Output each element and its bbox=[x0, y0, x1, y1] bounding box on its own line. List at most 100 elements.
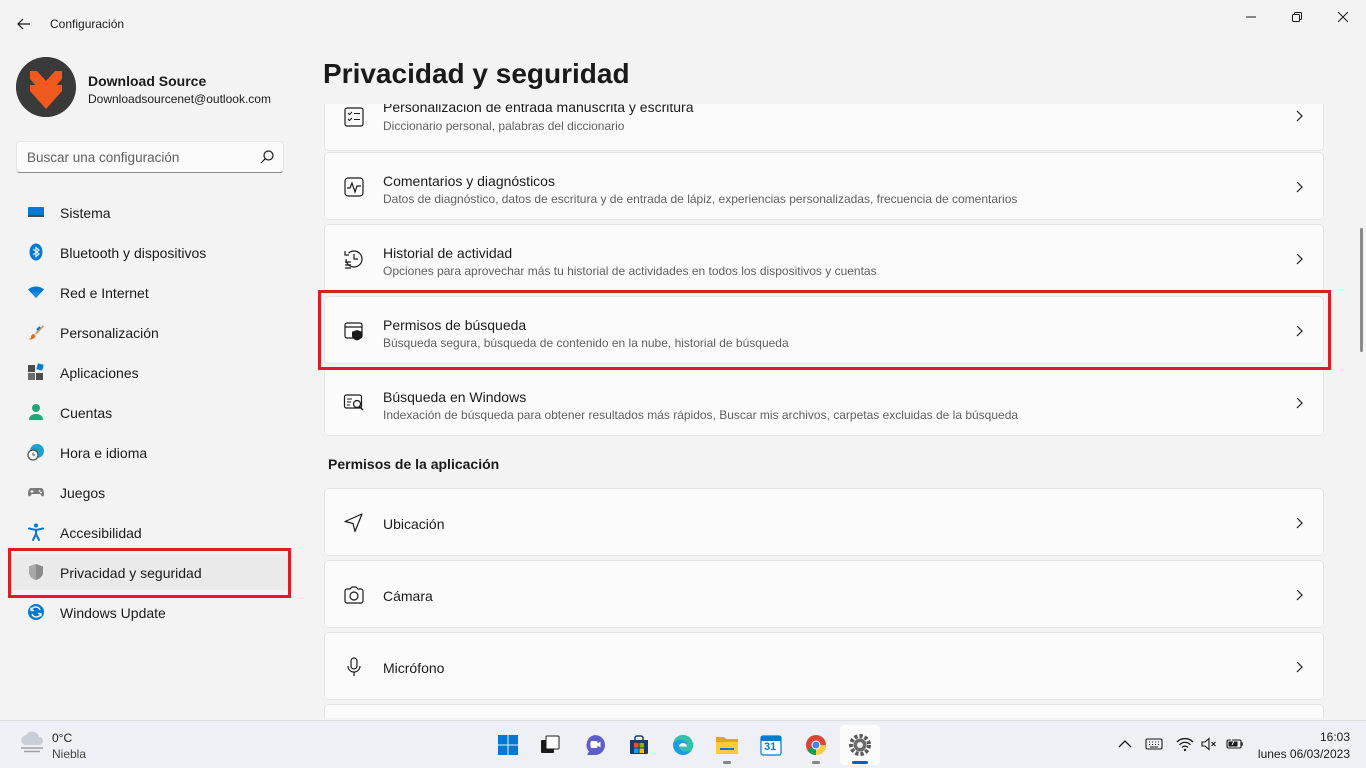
accessibility-icon bbox=[28, 523, 44, 541]
person-icon bbox=[29, 404, 43, 420]
settings-content: Personalización de entrada manuscrita y … bbox=[324, 104, 1324, 718]
taskview-icon bbox=[541, 735, 560, 753]
sidebar-item-personalizacion[interactable]: Personalización bbox=[8, 314, 290, 350]
sidebar-item-label: Accesibilidad bbox=[60, 525, 142, 541]
download-source-logo-icon bbox=[16, 57, 76, 117]
sidebar-item-aplicaciones[interactable]: Aplicaciones bbox=[8, 354, 290, 390]
card-title: Personalización de entrada manuscrita y … bbox=[383, 104, 694, 115]
taskbar-explorer[interactable] bbox=[707, 725, 747, 765]
card-subtitle: Indexación de búsqueda para obtener resu… bbox=[383, 408, 1019, 422]
search-input[interactable] bbox=[17, 142, 253, 172]
card-microphone[interactable]: Micrófono bbox=[324, 632, 1324, 700]
sidebar-item-cuentas[interactable]: Cuentas bbox=[8, 394, 290, 430]
running-indicator bbox=[812, 761, 820, 764]
taskbar-start[interactable] bbox=[488, 725, 528, 765]
card-windows-search[interactable]: Búsqueda en Windows Indexación de búsque… bbox=[324, 368, 1324, 436]
card-activity-history[interactable]: Historial de actividad Opciones para apr… bbox=[324, 224, 1324, 292]
sidebar-item-label: Cuentas bbox=[60, 405, 113, 421]
brush-icon bbox=[28, 325, 44, 340]
close-icon bbox=[1338, 12, 1348, 22]
card-title: Micrófono bbox=[383, 660, 445, 676]
wifi-status-icon[interactable] bbox=[1176, 735, 1194, 753]
sidebar-item-label: Aplicaciones bbox=[60, 365, 139, 381]
chat-icon bbox=[586, 735, 605, 755]
card-title: Búsqueda en Windows bbox=[383, 389, 527, 405]
sidebar-item-label: Red e Internet bbox=[60, 285, 149, 301]
sidebar-item-accesibilidad[interactable]: Accesibilidad bbox=[8, 514, 290, 550]
title-bar: Configuración bbox=[0, 0, 1366, 48]
wifi-icon bbox=[28, 286, 44, 298]
gamepad-icon bbox=[28, 488, 44, 497]
card-search-permissions[interactable]: Permisos de búsqueda Búsqueda segura, bú… bbox=[324, 296, 1324, 364]
volume-muted-icon[interactable] bbox=[1200, 735, 1218, 753]
card-camera[interactable]: Cámara bbox=[324, 560, 1324, 628]
taskbar-task-view[interactable] bbox=[530, 725, 570, 765]
start-icon bbox=[498, 735, 518, 755]
microphone-icon bbox=[347, 657, 361, 676]
sidebar-item-red[interactable]: Red e Internet bbox=[8, 274, 290, 310]
card-title: Cámara bbox=[383, 588, 433, 604]
diagnostics-icon bbox=[344, 177, 364, 197]
back-arrow-icon bbox=[17, 18, 30, 30]
card-handwriting[interactable]: Personalización de entrada manuscrita y … bbox=[324, 104, 1324, 151]
card-subtitle: Opciones para aprovechar más tu historia… bbox=[383, 264, 877, 278]
restore-icon bbox=[1292, 12, 1302, 22]
card-location[interactable]: Ubicación bbox=[324, 488, 1324, 556]
battery-charging-icon[interactable] bbox=[1226, 735, 1244, 753]
card-subtitle: Datos de diagnóstico, datos de escritura… bbox=[383, 192, 1018, 206]
sidebar-item-windows-update[interactable]: Windows Update bbox=[8, 594, 290, 630]
search-permissions-icon bbox=[344, 322, 363, 341]
active-indicator bbox=[8, 564, 11, 580]
taskbar-store[interactable] bbox=[619, 725, 659, 765]
card-title: Historial de actividad bbox=[383, 245, 513, 261]
card-diagnostics[interactable]: Comentarios y diagnósticos Datos de diag… bbox=[324, 152, 1324, 220]
keyboard-icon[interactable] bbox=[1145, 735, 1163, 753]
windows-search-icon bbox=[343, 394, 364, 411]
avatar bbox=[16, 57, 76, 117]
store-icon bbox=[630, 735, 648, 754]
settings-search[interactable] bbox=[16, 141, 284, 173]
back-button[interactable] bbox=[8, 8, 40, 40]
maximize-button[interactable] bbox=[1274, 0, 1320, 34]
search-icon[interactable] bbox=[259, 149, 275, 165]
sidebar-item-privacidad[interactable]: Privacidad y seguridad bbox=[8, 554, 290, 590]
camera-icon bbox=[344, 586, 364, 604]
user-profile[interactable]: Download Source Downloadsourcenet@outloo… bbox=[16, 57, 296, 117]
chevron-right-icon bbox=[1296, 661, 1303, 673]
sidebar-item-label: Sistema bbox=[60, 205, 111, 221]
sidebar-item-juegos[interactable]: Juegos bbox=[8, 474, 290, 510]
sidebar-item-hora[interactable]: Hora e idioma bbox=[8, 434, 290, 470]
fog-cloud-icon bbox=[21, 731, 43, 753]
explorer-icon bbox=[716, 737, 738, 754]
taskbar-edge[interactable] bbox=[663, 725, 703, 765]
globe-clock-icon bbox=[27, 444, 44, 461]
card-next-partial[interactable] bbox=[324, 704, 1324, 718]
taskbar-settings[interactable] bbox=[840, 725, 880, 765]
sidebar-nav: Sistema Bluetooth y dispositivos Red e I… bbox=[8, 194, 290, 634]
taskbar-chrome[interactable] bbox=[796, 725, 836, 765]
clock-time[interactable]: 16:03 bbox=[1320, 730, 1350, 744]
chevron-right-icon bbox=[1296, 110, 1303, 122]
minimize-button[interactable] bbox=[1228, 0, 1274, 34]
weather-temp: 0°C bbox=[52, 731, 73, 745]
taskbar: 0°C Niebla 31 16:03 lunes 06/03/2023 bbox=[0, 720, 1366, 768]
close-button[interactable] bbox=[1320, 0, 1366, 34]
edge-icon bbox=[673, 735, 693, 755]
sidebar-item-sistema[interactable]: Sistema bbox=[8, 194, 290, 230]
taskbar-chat[interactable] bbox=[575, 725, 615, 765]
chevron-right-icon bbox=[1296, 517, 1303, 529]
scrollbar[interactable] bbox=[1360, 228, 1363, 352]
clock-date[interactable]: lunes 06/03/2023 bbox=[1258, 747, 1350, 761]
profile-name: Download Source bbox=[88, 73, 207, 89]
running-indicator bbox=[852, 761, 868, 764]
card-subtitle: Búsqueda segura, búsqueda de contenido e… bbox=[383, 336, 789, 350]
taskbar-calendar[interactable]: 31 bbox=[751, 725, 791, 765]
update-icon bbox=[28, 604, 44, 620]
sidebar-item-label: Juegos bbox=[60, 485, 106, 501]
chevron-right-icon bbox=[1296, 397, 1303, 409]
sidebar-item-label: Windows Update bbox=[60, 605, 166, 621]
section-app-permissions: Permisos de la aplicación bbox=[328, 456, 500, 472]
settings-icon bbox=[849, 734, 871, 756]
sidebar-item-bluetooth[interactable]: Bluetooth y dispositivos bbox=[8, 234, 290, 270]
chevron-up-icon[interactable] bbox=[1116, 735, 1134, 753]
